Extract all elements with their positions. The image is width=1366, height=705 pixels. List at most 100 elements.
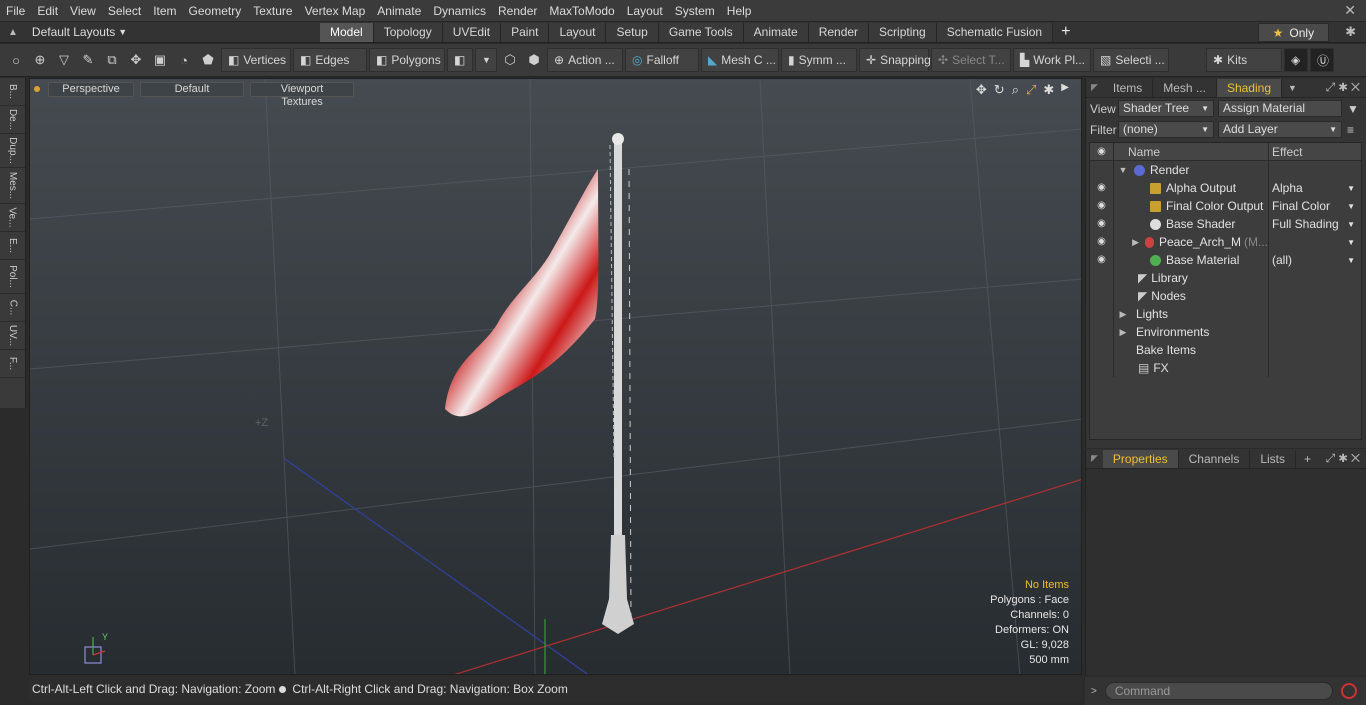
menu-maxtomodo[interactable]: MaxToModo — [543, 0, 620, 22]
only-button[interactable]: ★ Only — [1257, 22, 1330, 42]
eye-icon[interactable]: ◉ — [1090, 179, 1114, 197]
tab-schematic-fusion[interactable]: Schematic Fusion — [936, 22, 1054, 42]
symmetry-y-icon[interactable]: ⬢ — [523, 49, 545, 71]
brush-icon[interactable]: ✎ — [77, 49, 99, 71]
kits-button[interactable]: ✱ Kits — [1206, 48, 1282, 72]
record-icon[interactable] — [1340, 683, 1357, 699]
vertex-tool-icon[interactable]: ▽ — [53, 49, 75, 71]
menu-item[interactable]: Item — [147, 0, 182, 22]
tab-items[interactable]: Items — [1103, 78, 1154, 97]
add-layer-select[interactable]: Add Layer ▼ — [1218, 121, 1342, 138]
work-plane-button[interactable]: ▙ Work Pl... — [1013, 48, 1091, 72]
tree-row-nodes[interactable]: ◤ Nodes — [1090, 287, 1361, 305]
tab-channels[interactable]: Channels — [1179, 449, 1251, 468]
perspective-button[interactable]: Perspective — [48, 81, 134, 97]
viewport-textures-button[interactable]: Viewport Textures — [250, 81, 354, 108]
tree-row-final-color-output[interactable]: ◉ Final Color Output Final Color ▼ — [1090, 197, 1361, 215]
menu-view[interactable]: View — [64, 0, 102, 22]
zoom-icon[interactable]: ⌕ — [1012, 82, 1019, 98]
tab-setup[interactable]: Setup — [606, 22, 659, 42]
tab-animate[interactable]: Animate — [743, 22, 809, 42]
mirror-icon[interactable]: ⧉ — [101, 49, 123, 71]
material-mode-button[interactable]: ◧ — [447, 48, 473, 72]
tree-row-environments[interactable]: ▶ Environments — [1090, 323, 1361, 341]
menu-edit[interactable]: Edit — [31, 0, 64, 22]
eye-icon[interactable]: ◉ — [1090, 251, 1114, 269]
expand-right-icon[interactable]: ▶ — [1116, 309, 1130, 320]
shading-preset-button[interactable]: Default — [140, 81, 244, 97]
tree-row-render[interactable]: ▼ Render — [1090, 161, 1361, 179]
menu-system[interactable]: System — [669, 0, 721, 22]
timer-icon[interactable]: ◔ — [173, 49, 195, 71]
mode-dropdown[interactable]: ▼ — [475, 48, 497, 72]
symmetry-button[interactable]: ▮ Symm ... — [781, 48, 857, 72]
close-icon[interactable]: ✕ — [1334, 2, 1366, 19]
tree-effect-cell[interactable]: ▼ — [1269, 233, 1361, 251]
left-tab-deform[interactable]: De... — [0, 106, 25, 134]
gear-icon[interactable]: ✱ — [1335, 24, 1366, 40]
menu-animate[interactable]: Animate — [371, 0, 427, 22]
menu-select[interactable]: Select — [102, 0, 147, 22]
rotate-icon[interactable]: ↻ — [994, 82, 1005, 98]
tree-row-fx[interactable]: ▤ FX — [1090, 359, 1361, 377]
snapping-button[interactable]: ✛ Snapping — [859, 48, 931, 72]
eye-icon[interactable] — [1090, 161, 1114, 179]
menu-vertex-map[interactable]: Vertex Map — [299, 0, 372, 22]
globe-icon[interactable]: ⊕ — [29, 49, 51, 71]
tree-row-bake-items[interactable]: Bake Items — [1090, 341, 1361, 359]
left-tab-basic[interactable]: B... — [0, 78, 25, 106]
tree-effect-cell[interactable]: Alpha ▼ — [1269, 179, 1361, 197]
left-tab-mesh[interactable]: Mes... — [0, 168, 25, 204]
command-input[interactable]: Command — [1104, 682, 1333, 700]
box-icon[interactable]: ▣ — [149, 49, 171, 71]
circle-select-icon[interactable]: ○ — [5, 49, 27, 71]
move-icon[interactable]: ✥ — [976, 82, 987, 98]
effect-column-header[interactable]: Effect — [1269, 143, 1361, 161]
mesh-constraint-button[interactable]: ◣ Mesh C ... — [701, 48, 779, 72]
tab-properties[interactable]: Properties — [1102, 449, 1179, 468]
tab-shading[interactable]: Shading — [1216, 78, 1282, 97]
edges-button[interactable]: ◧ Edges — [293, 48, 367, 72]
shield-icon[interactable]: ⬟ — [197, 49, 219, 71]
eye-icon[interactable]: ◉ — [1090, 233, 1114, 251]
select-through-button[interactable]: ✣ Select T... — [931, 48, 1011, 72]
assign-material-button[interactable]: Assign Material — [1218, 100, 1342, 117]
filter-icon[interactable]: ▼ — [1347, 102, 1359, 116]
action-center-button[interactable]: ⊕ Action ... — [547, 48, 623, 72]
left-tab-polygon[interactable]: Pol... — [0, 260, 25, 294]
tab-game-tools[interactable]: Game Tools — [658, 22, 744, 42]
tab-topology[interactable]: Topology — [373, 22, 443, 42]
fit-icon[interactable]: ⤢ — [1026, 82, 1036, 98]
tree-effect-cell[interactable]: Final Color ▼ — [1269, 197, 1361, 215]
unreal-button[interactable]: Ⓤ — [1310, 48, 1334, 72]
tab-render[interactable]: Render — [808, 22, 870, 42]
add-tab-icon[interactable]: + — [1296, 452, 1319, 466]
3d-viewport[interactable]: Y +Z Perspective Default Viewport Textur… — [29, 78, 1082, 675]
polygons-button[interactable]: ◧ Polygons — [369, 48, 445, 72]
menu-file[interactable]: File — [0, 0, 31, 22]
layout-selector[interactable]: ▲ Default Layouts ▼ — [0, 25, 320, 39]
tab-uvedit[interactable]: UVEdit — [442, 22, 502, 42]
tab-paint[interactable]: Paint — [501, 22, 550, 42]
menu-layout[interactable]: Layout — [621, 0, 669, 22]
menu-dynamics[interactable]: Dynamics — [427, 0, 492, 22]
name-column-header[interactable]: Name — [1114, 142, 1269, 161]
falloff-button[interactable]: ◎ Falloff — [625, 48, 699, 72]
vertices-button[interactable]: ◧ Vertices — [221, 48, 291, 72]
left-tab-edge[interactable]: E... — [0, 232, 25, 260]
transform-icon[interactable]: ✥ — [125, 49, 147, 71]
tab-mesh[interactable]: Mesh ... — [1153, 78, 1217, 97]
tree-row-base-material[interactable]: ◉ Base Material (all) ▼ — [1090, 251, 1361, 269]
viewport-menu-dot[interactable] — [34, 86, 40, 92]
panel-options-icons[interactable]: ⤢ ✱ ✕ — [1326, 451, 1366, 466]
expand-down-icon[interactable]: ▼ — [1116, 165, 1130, 175]
left-tab-fusion[interactable]: F... — [0, 350, 25, 378]
tree-effect-cell[interactable]: (all) ▼ — [1269, 251, 1361, 269]
add-tab-icon[interactable]: + — [1053, 23, 1078, 41]
tree-row-alpha-output[interactable]: ◉ Alpha Output Alpha ▼ — [1090, 179, 1361, 197]
tree-row-base-shader[interactable]: ◉ Base Shader Full Shading ▼ — [1090, 215, 1361, 233]
chevron-down-icon[interactable]: ▼ — [1282, 83, 1303, 93]
list-options-icon[interactable]: ≡ — [1347, 123, 1354, 137]
symmetry-x-icon[interactable]: ⬡ — [499, 49, 521, 71]
menu-render[interactable]: Render — [492, 0, 543, 22]
